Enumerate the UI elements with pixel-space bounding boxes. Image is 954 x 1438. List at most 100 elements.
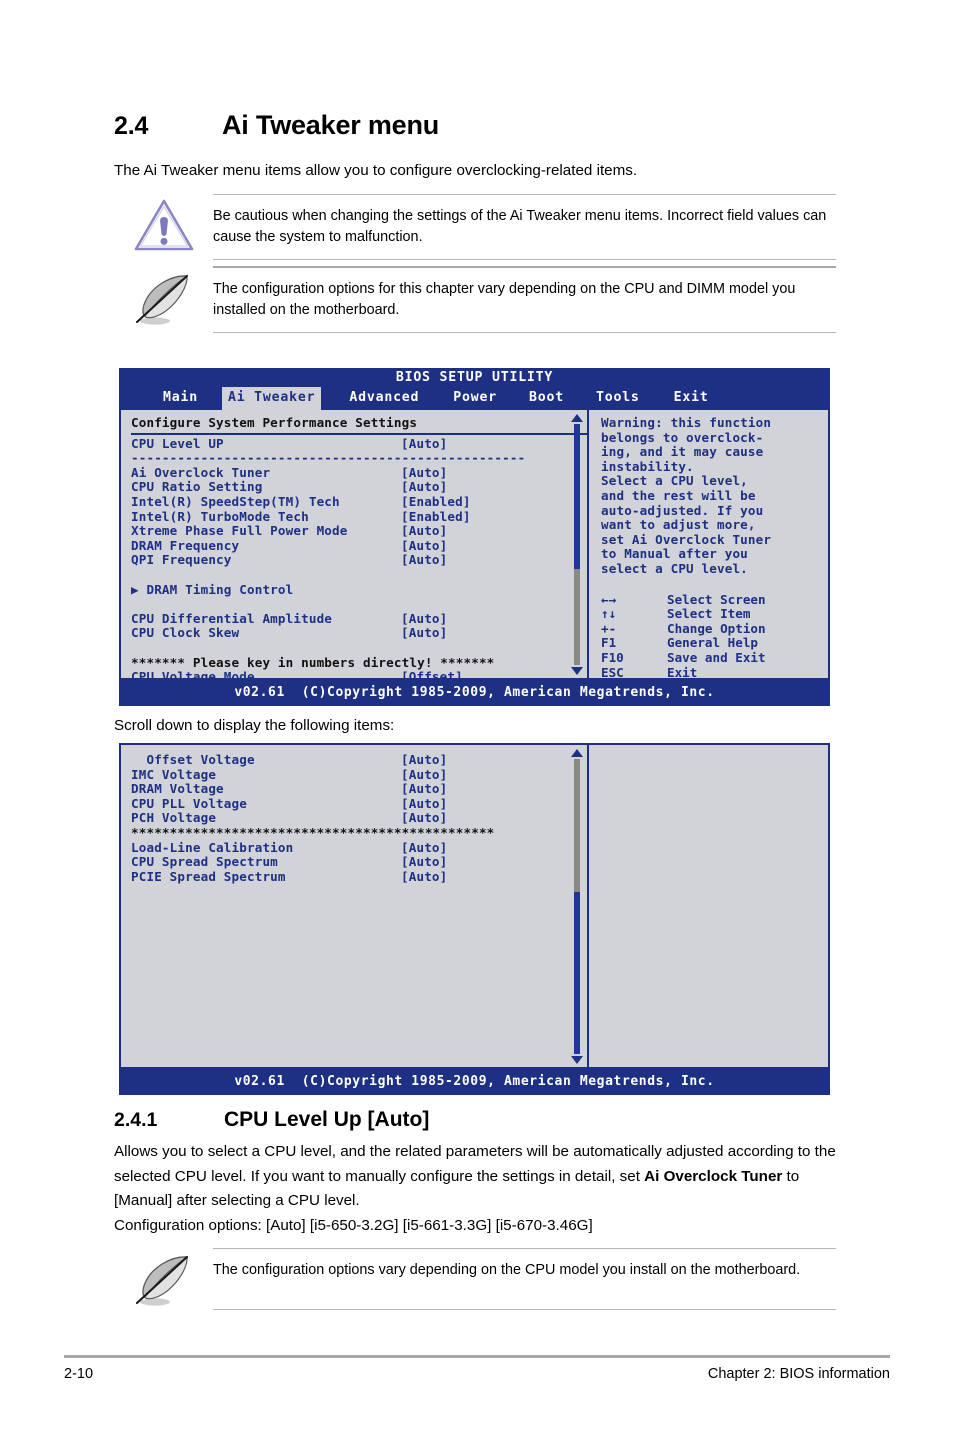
bios-key-name: ←→ [601,591,617,607]
bios-setting-label: PCIE Spread Spectrum [131,868,286,884]
bios-setting-value[interactable]: [Auto] [401,855,447,870]
scroll-down-note: Scroll down to display the following ite… [114,717,395,734]
bios-setting-row[interactable]: Ai Overclock Tuner [Auto] [131,465,587,481]
bios-setting-row[interactable]: Offset Voltage [Auto] [131,752,587,768]
scrollbar-track[interactable] [574,424,580,665]
bios-setting-row[interactable]: CPU Voltage Mode [Offset] [131,669,587,685]
callout-bottom-rule [213,1309,836,1310]
bios-setting-label: QPI Frequency [131,552,232,568]
bios-setting-row[interactable]: PCH Voltage [Auto] [131,811,587,826]
bios-banner-line: ******* Please key in numbers directly! … [131,654,495,670]
scrollbar-track[interactable] [574,759,580,1054]
bios-setting-row[interactable]: Intel(R) SpeedStep(TM) Tech [Enabled] [131,493,587,510]
bios-tab-exit[interactable]: Exit [668,387,715,410]
bios-tab-tools[interactable]: Tools [590,387,646,410]
bios-setting-row[interactable]: CPU Clock Skew [Auto] [131,626,587,641]
bios-setting-label: CPU Spread Spectrum [131,854,278,870]
callout-bottom-rule [213,259,836,260]
bios-key-action: Change Option [667,620,766,636]
bios-settings-list: CPU Level UP [Auto] ----------------------… [131,436,587,685]
bios-blank-line [131,568,587,583]
bios-setting-value[interactable]: [Auto] [401,752,447,768]
scroll-down-arrow-icon[interactable] [570,1056,583,1064]
bios-setting-value[interactable]: [Enabled] [401,509,471,525]
bios-setting-label: Xtreme Phase Full Power Mode [131,523,348,539]
bios-setting-value[interactable]: [Offset] [401,669,463,685]
bios-tab-main[interactable]: Main [157,387,204,410]
bios-setting-row[interactable]: QPI Frequency [Auto] [131,553,587,568]
note-callout-2: The configuration options vary depending… [114,1248,836,1310]
bios-key-action: Exit [667,664,698,680]
bios-settings-list: Offset Voltage [Auto] IMC Voltage [Auto] DRA… [131,752,587,885]
bios-setting-value[interactable]: [Auto] [401,524,447,539]
warning-callout: Be cautious when changing the settings o… [114,194,836,260]
config-options-line: Configuration options: [Auto] [i5-650-3.… [114,1216,593,1234]
bios-setting-row[interactable]: DRAM Voltage [Auto] [131,782,587,797]
bios-setting-value[interactable]: [Auto] [401,782,447,797]
bios-setting-label: CPU Clock Skew [131,625,240,641]
bios-tab-ai-tweaker[interactable]: Ai Tweaker [221,387,322,410]
bios-help-line: and the rest will be [601,487,756,503]
bios-help-line: select a CPU level. [601,560,748,576]
bios-submenu-item[interactable]: ▶ DRAM Timing Control [131,582,587,598]
bios-setting-value[interactable]: [Auto] [401,553,447,568]
section-heading-2-4: 2.4 Ai Tweaker menu [114,110,439,141]
bios-help-line: belongs to overclock- [601,429,764,445]
bios-help-line: Warning: this function [601,415,772,430]
bios-setting-row[interactable]: PCIE Spread Spectrum [Auto] [131,868,587,885]
bios-setting-row[interactable]: CPU PLL Voltage [Auto] [131,796,587,812]
bios-setting-row[interactable]: CPU Differential Amplitude [Auto] [131,610,587,627]
bios-setting-value[interactable]: [Auto] [401,796,447,812]
scroll-down-arrow-icon[interactable] [570,667,583,675]
bios-banner-line: ****************************************… [131,824,495,840]
bios-setting-value[interactable]: [Auto] [401,840,447,856]
bios-setting-row[interactable]: DRAM Frequency [Auto] [131,538,587,554]
note-text: The configuration options for this chapt… [213,281,796,318]
footer-rule [64,1355,890,1358]
bios-setting-value[interactable]: [Enabled] [401,494,471,510]
bios-setting-value[interactable]: [Auto] [401,869,447,885]
bios-setting-row[interactable]: IMC Voltage [Auto] [131,766,587,783]
bios-header: BIOS SETUP UTILITY Main Ai Tweaker Advance… [119,368,830,410]
bios-tab-power[interactable]: Power [447,387,503,410]
note-quill-icon [114,268,213,328]
callout-bottom-rule [213,332,836,333]
bios-help-line: to Manual after you [601,546,748,562]
bios-setting-label: PCH Voltage [131,810,217,826]
bios-setting-row[interactable]: CPU Ratio Setting [Auto] [131,480,587,495]
bios-scrollbar-2[interactable] [570,749,583,1064]
scrollbar-thumb[interactable] [574,891,580,1054]
bios-setting-row[interactable]: Load-Line Calibration [Auto] [131,840,587,856]
section-intro-text: The Ai Tweaker menu items allow you to c… [114,162,638,179]
bios-setting-value[interactable]: [Auto] [401,538,447,554]
bios-setting-label: IMC Voltage [131,766,217,782]
bios-setting-value[interactable]: [Auto] [401,436,447,452]
scroll-up-arrow-icon[interactable] [570,749,583,757]
bios-help-pane [589,745,842,1067]
bios-setting-value[interactable]: [Auto] [401,767,447,783]
scrollbar-thumb[interactable] [574,424,580,569]
bios-setting-label: CPU Voltage Mode [131,669,255,685]
bios-setting-value[interactable]: [Auto] [401,480,447,495]
bios-setting-value[interactable]: [Auto] [401,611,447,627]
body-text-bold: Ai Overclock Tuner [644,1167,783,1185]
bios-screenshot-2: Offset Voltage [Auto] IMC Voltage [Auto] DRA… [119,743,830,1095]
manual-page: 2.4 Ai Tweaker menu The Ai Tweaker menu … [0,0,954,1438]
bios-key-action: Save and Exit [667,649,766,665]
bios-setting-row[interactable]: Xtreme Phase Full Power Mode [Auto] [131,524,587,539]
bios-tab-advanced[interactable]: Advanced [343,387,425,410]
bios-setting-row[interactable]: CPU Level UP [Auto] [131,436,587,452]
bios-key-legend-row: ESC Exit [601,664,834,681]
bios-setting-row[interactable]: CPU Spread Spectrum [Auto] [131,855,587,870]
bios-setting-value[interactable]: [Auto] [401,465,447,481]
bios-setting-value[interactable]: [Auto] [401,626,447,641]
bios-help-pane: Warning: this function belongs to overclo… [589,410,842,681]
bios-setting-value[interactable]: [Auto] [401,811,447,826]
bios-setting-label: CPU Differential Amplitude [131,610,333,626]
scroll-up-arrow-icon[interactable] [570,414,583,422]
bios-setting-row[interactable]: Intel(R) TurboMode Tech [Enabled] [131,509,587,525]
bios-tab-boot[interactable]: Boot [523,387,570,410]
bios-key-name: ↑↓ [601,606,617,622]
bios-scrollbar-1[interactable] [570,414,583,675]
bios-setting-label: Intel(R) SpeedStep(TM) Tech [131,493,340,509]
